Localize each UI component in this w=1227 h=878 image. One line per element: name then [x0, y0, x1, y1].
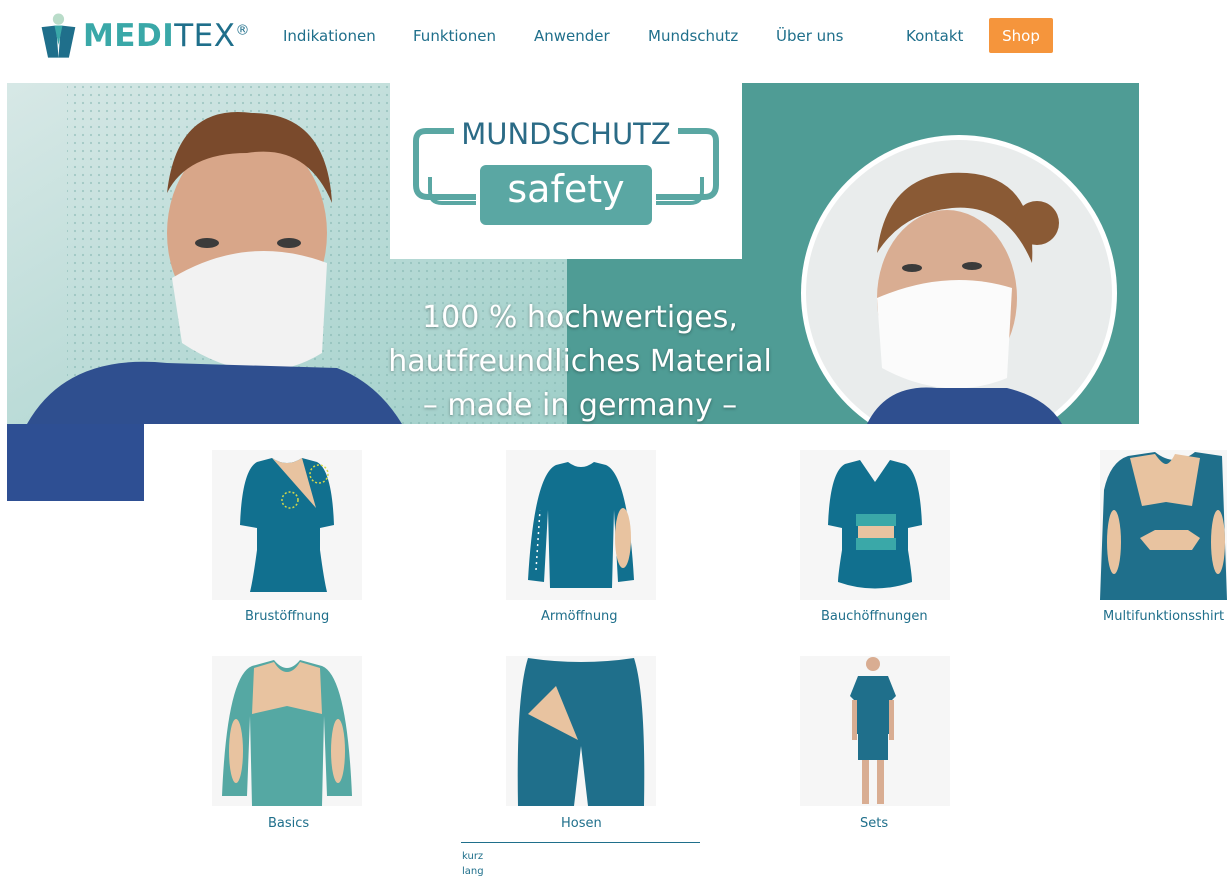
- category-sets[interactable]: [800, 656, 950, 810]
- meditex-logo[interactable]: MEDITEX®: [40, 6, 250, 66]
- hosen-submenu-kurz[interactable]: kurz: [462, 851, 483, 862]
- pants-icon: [506, 656, 656, 806]
- hero-tagline: 100 % hochwertiges, hautfreundliches Mat…: [370, 296, 790, 428]
- category-label-multifunktionsshirt[interactable]: Multifunktionsshirt: [1103, 609, 1224, 624]
- hero-scrubs-edge: [7, 424, 144, 501]
- hosen-submenu-lang[interactable]: lang: [462, 866, 484, 877]
- sign-subtitle: safety: [507, 167, 625, 211]
- sign-title: MUNDSCHUTZ: [461, 117, 671, 151]
- person-set-icon: [800, 656, 950, 806]
- category-brustoeffnung[interactable]: [212, 450, 362, 604]
- hosen-submenu-divider: [461, 842, 700, 843]
- hero-line-1: 100 % hochwertiges,: [422, 300, 738, 335]
- nav-funktionen[interactable]: Funktionen: [413, 27, 496, 45]
- category-armoeffnung[interactable]: [506, 450, 656, 604]
- category-basics[interactable]: [212, 656, 362, 810]
- category-label-brustoeffnung[interactable]: Brustöffnung: [245, 609, 329, 624]
- category-multifunktionsshirt[interactable]: [1100, 450, 1227, 604]
- nav-ueber-uns[interactable]: Über uns: [776, 27, 844, 45]
- hero-line-3: – made in germany –: [422, 388, 738, 423]
- shirt-belly-opening-icon: [800, 450, 950, 600]
- category-label-armoeffnung[interactable]: Armöffnung: [541, 609, 618, 624]
- basic-shirt-icon: [212, 656, 362, 806]
- shirt-arm-opening-icon: [506, 450, 656, 600]
- category-label-basics[interactable]: Basics: [268, 816, 309, 831]
- nav-indikationen[interactable]: Indikationen: [283, 27, 376, 45]
- hero-line-2: hautfreundliches Material: [388, 344, 772, 379]
- mundschutz-safety-sign: MUNDSCHUTZ safety: [390, 83, 742, 259]
- category-bauchoeffnungen[interactable]: [800, 450, 950, 604]
- multifunction-shirt-icon: [1100, 450, 1227, 600]
- category-label-hosen[interactable]: Hosen: [561, 816, 602, 831]
- shirt-chest-opening-icon: [212, 450, 362, 600]
- meditex-figure-icon: [41, 13, 76, 58]
- shop-button[interactable]: Shop: [989, 18, 1053, 53]
- nav-mundschutz[interactable]: Mundschutz: [648, 27, 738, 45]
- category-label-sets[interactable]: Sets: [860, 816, 888, 831]
- nav-kontakt[interactable]: Kontakt: [906, 27, 963, 45]
- logo-wordmark: MEDITEX®: [82, 18, 250, 54]
- category-label-bauchoeffnungen[interactable]: Bauchöffnungen: [821, 609, 928, 624]
- nav-anwender[interactable]: Anwender: [534, 27, 610, 45]
- category-hosen[interactable]: [506, 656, 656, 810]
